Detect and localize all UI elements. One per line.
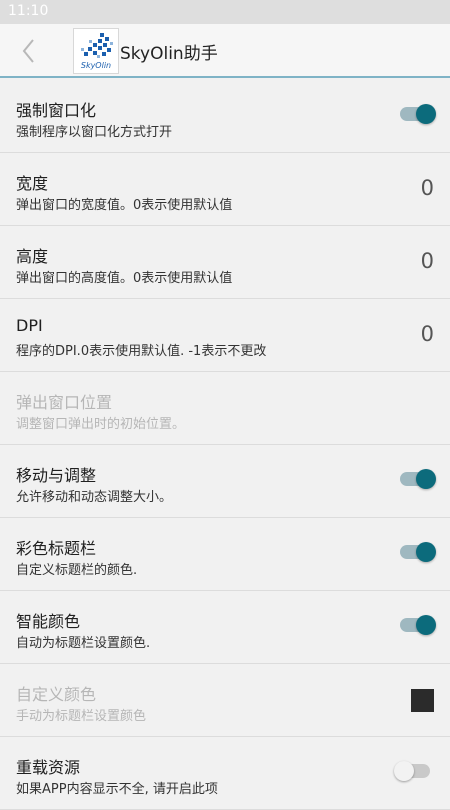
- app-title: SkyOlin助手: [120, 44, 218, 64]
- setting-reload-resources[interactable]: 重载资源 如果APP内容显示不全, 请开启此项: [0, 737, 450, 810]
- setting-summary: 手动为标题栏设置颜色: [16, 709, 147, 724]
- setting-summary: 调整窗口弹出时的初始位置。: [16, 417, 186, 432]
- switch-thumb: [416, 469, 436, 489]
- dpi-value: 0: [420, 322, 434, 346]
- colored-titlebar-switch[interactable]: [400, 542, 436, 562]
- status-bar: 11:10: [0, 0, 450, 24]
- setting-width[interactable]: 宽度 弹出窗口的宽度值。0表示使用默认值 0: [0, 153, 450, 226]
- height-value: 0: [420, 249, 434, 273]
- color-swatch: [411, 689, 434, 712]
- switch-thumb: [416, 542, 436, 562]
- switch-thumb: [416, 615, 436, 635]
- setting-title: 自定义颜色: [16, 685, 97, 704]
- setting-summary: 强制程序以窗口化方式打开: [16, 125, 173, 140]
- setting-title: 彩色标题栏: [16, 539, 97, 558]
- switch-thumb: [416, 104, 436, 124]
- setting-summary: 自定义标题栏的颜色.: [16, 563, 138, 578]
- back-button[interactable]: [10, 32, 46, 70]
- setting-title: 宽度: [16, 174, 49, 193]
- setting-dpi[interactable]: DPI 程序的DPI.0表示使用默认值. -1表示不更改 0: [0, 299, 450, 372]
- setting-title: 移动与调整: [16, 466, 97, 485]
- setting-summary: 弹出窗口的宽度值。0表示使用默认值: [16, 198, 233, 213]
- setting-force-window[interactable]: 强制窗口化 强制程序以窗口化方式打开: [0, 80, 450, 153]
- setting-title: 重载资源: [16, 758, 81, 777]
- app-logo: SkyOlin: [73, 28, 119, 74]
- force-window-switch[interactable]: [400, 104, 436, 124]
- setting-height[interactable]: 高度 弹出窗口的高度值。0表示使用默认值 0: [0, 226, 450, 299]
- setting-summary: 如果APP内容显示不全, 请开启此项: [16, 782, 218, 797]
- setting-window-position: 弹出窗口位置 调整窗口弹出时的初始位置。: [0, 372, 450, 445]
- setting-custom-color: 自定义颜色 手动为标题栏设置颜色: [0, 664, 450, 737]
- status-time: 11:10: [8, 3, 49, 19]
- setting-summary: 程序的DPI.0表示使用默认值. -1表示不更改: [16, 344, 267, 359]
- setting-smart-color[interactable]: 智能颜色 自动为标题栏设置颜色.: [0, 591, 450, 664]
- chevron-left-icon: [22, 39, 34, 63]
- app-bar: SkyOlin SkyOlin助手: [0, 24, 450, 78]
- width-value: 0: [420, 176, 434, 200]
- reload-resources-switch[interactable]: [394, 761, 430, 781]
- settings-list: 强制窗口化 强制程序以窗口化方式打开 宽度 弹出窗口的宽度值。0表示使用默认值 …: [0, 80, 450, 810]
- setting-colored-titlebar[interactable]: 彩色标题栏 自定义标题栏的颜色.: [0, 518, 450, 591]
- setting-summary: 允许移动和动态调整大小。: [16, 490, 173, 505]
- svg-text:SkyOlin: SkyOlin: [81, 61, 111, 70]
- setting-title: 智能颜色: [16, 612, 81, 631]
- setting-title: 强制窗口化: [16, 101, 97, 120]
- setting-move-resize[interactable]: 移动与调整 允许移动和动态调整大小。: [0, 445, 450, 518]
- setting-title: 弹出窗口位置: [16, 393, 113, 412]
- switch-thumb: [394, 761, 414, 781]
- setting-summary: 弹出窗口的高度值。0表示使用默认值: [16, 271, 233, 286]
- setting-title: 高度: [16, 247, 49, 266]
- smart-color-switch[interactable]: [400, 615, 436, 635]
- move-resize-switch[interactable]: [400, 469, 436, 489]
- setting-summary: 自动为标题栏设置颜色.: [16, 636, 151, 651]
- setting-title: DPI: [16, 316, 43, 335]
